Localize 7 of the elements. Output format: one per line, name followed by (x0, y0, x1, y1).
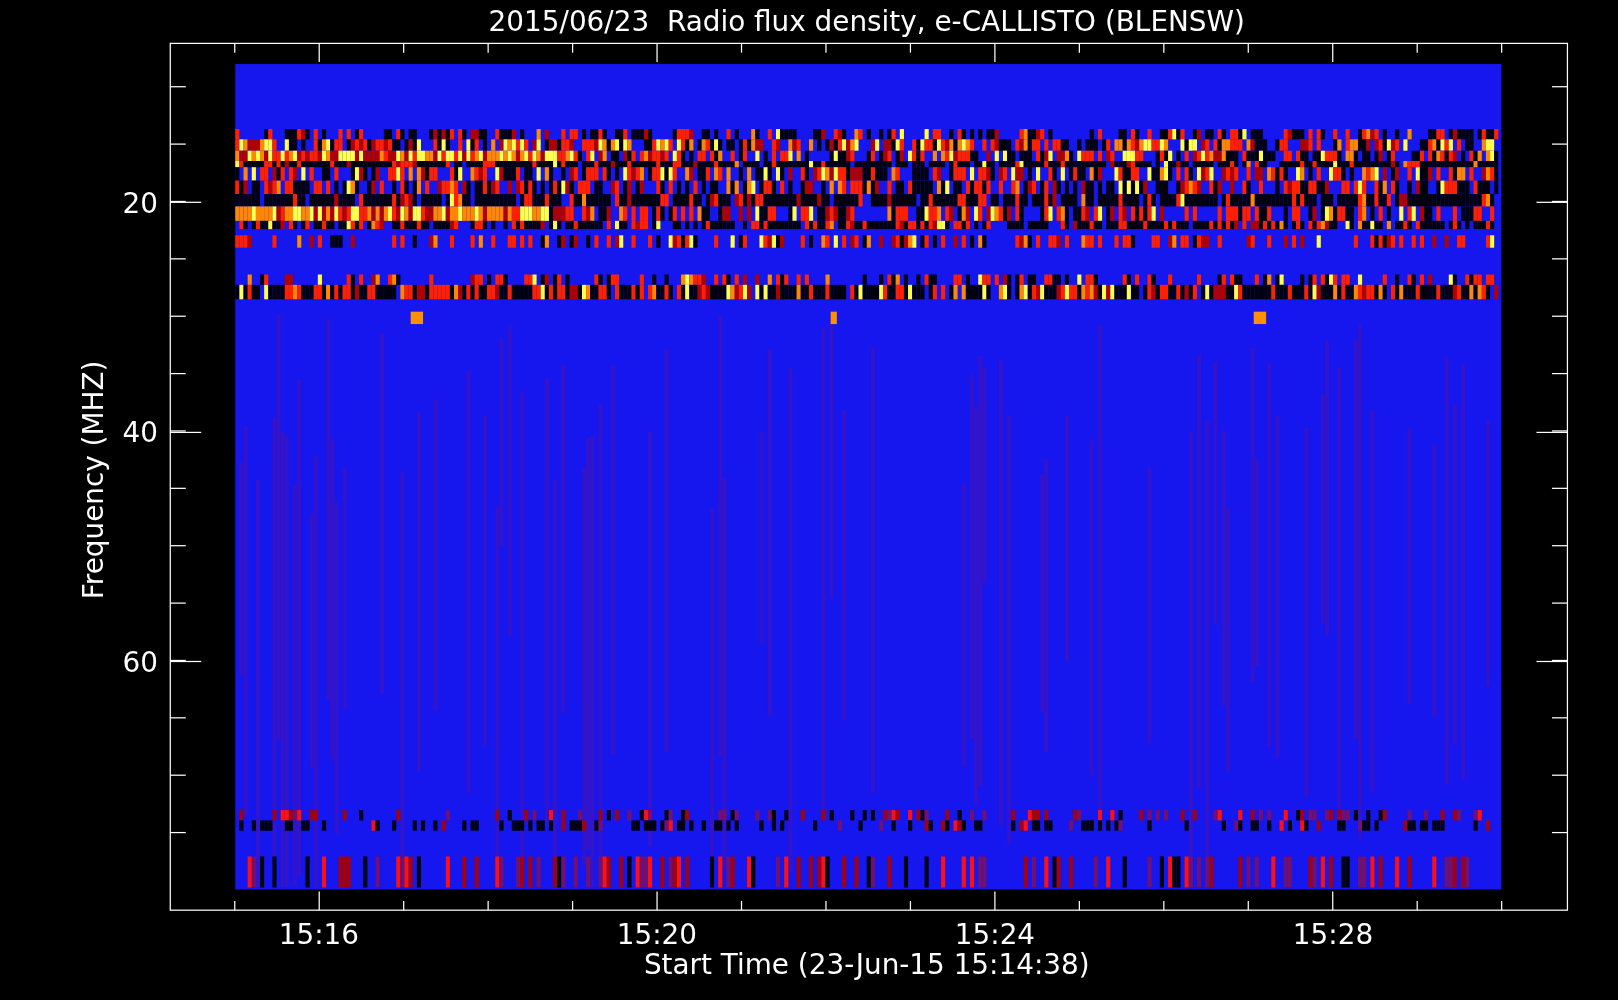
tick-label: 15:16 (278, 918, 359, 952)
plot-title: 2015/06/23 Radio flux density, e-CALLISTO (BLENSW) (488, 5, 1245, 38)
tick-label: 20 (122, 186, 158, 220)
tick-label: 60 (122, 645, 158, 679)
tick-label: 40 (122, 416, 158, 450)
tick-label: 15:28 (1292, 918, 1374, 952)
axis-title: Frequency (MHZ) (77, 360, 111, 600)
